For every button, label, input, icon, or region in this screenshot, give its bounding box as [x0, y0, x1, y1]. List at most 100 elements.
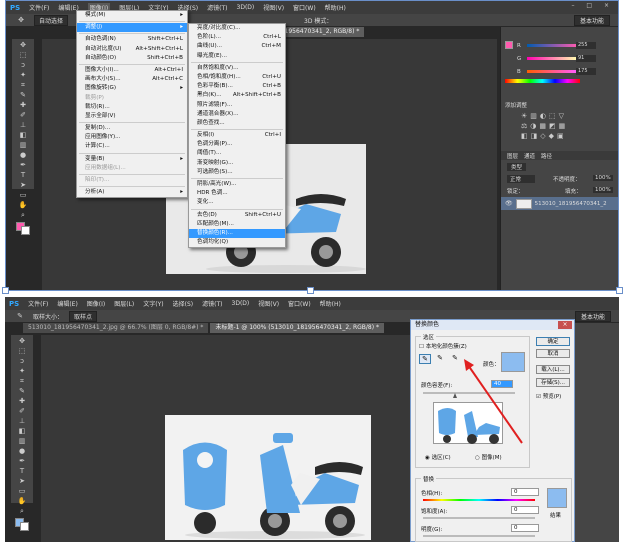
eraser-icon[interactable]: ◧: [16, 131, 30, 139]
menu-help-2[interactable]: 帮助(H): [320, 299, 341, 308]
layer-name[interactable]: 513010_181956470341_2: [535, 201, 607, 207]
layer-kind-filter[interactable]: 类型: [507, 163, 527, 171]
submenu-shadows-highlights[interactable]: 阴影/高光(W)...: [189, 180, 285, 189]
tab-channels[interactable]: 通道: [524, 152, 535, 160]
menu-item-auto-color[interactable]: 自动颜色(O) Shift+Ctrl+B: [77, 54, 187, 63]
hue-slider[interactable]: [423, 499, 535, 501]
marquee-icon-2[interactable]: ⬚: [15, 347, 29, 355]
color-ramp[interactable]: [505, 79, 580, 83]
menu-filter-2[interactable]: 滤镜(T): [202, 299, 222, 308]
menu-item-variables[interactable]: 变量(B) ▸: [77, 155, 187, 164]
lightness-input[interactable]: 0: [511, 524, 539, 532]
menu-window[interactable]: 窗口(W): [293, 3, 316, 12]
document-image-2[interactable]: [165, 415, 371, 540]
menu-item-analysis[interactable]: 分析(A) ▸: [77, 188, 187, 197]
menu-edit-2[interactable]: 编辑(E): [57, 299, 77, 308]
lasso-icon-2[interactable]: ↄ: [15, 357, 29, 365]
submenu-selective-color[interactable]: 可选颜色(S)...: [189, 168, 285, 177]
submenu-photo-filter[interactable]: 照片滤镜(F)...: [189, 101, 285, 110]
menu-item-mode[interactable]: 模式(M) ▸: [77, 11, 187, 20]
dodge-icon-2[interactable]: ●: [15, 447, 29, 455]
submenu-invert[interactable]: 反相(I) Ctrl+I: [189, 131, 285, 140]
zoom-icon-2[interactable]: ⌕: [15, 507, 29, 515]
zoom-icon[interactable]: ⌕: [16, 211, 30, 219]
menu-filter[interactable]: 滤镜(T): [207, 3, 227, 12]
tab-paths[interactable]: 路径: [541, 152, 552, 160]
menu-3d-2[interactable]: 3D(D): [232, 300, 250, 307]
pen-icon-2[interactable]: ✒: [15, 457, 29, 465]
menu-item-apply-image[interactable]: 应用图像(Y)...: [77, 133, 187, 142]
type-icon[interactable]: T: [16, 171, 30, 179]
hue-input[interactable]: 0: [511, 488, 539, 496]
submenu-desaturate[interactable]: 去色(D) Shift+Ctrl+U: [189, 211, 285, 220]
workspace-dropdown-2[interactable]: 基本功能: [574, 311, 611, 322]
submenu-color-balance[interactable]: 色彩平衡(B)... Ctrl+B: [189, 82, 285, 91]
background-color-2[interactable]: [20, 522, 29, 531]
blend-mode-dropdown[interactable]: 正常: [507, 175, 536, 183]
opacity-value[interactable]: 100%: [593, 175, 613, 181]
adjustment-icons[interactable]: ☀▥◐⬚▽ ⚖◑▦◩▦ ◧◨◇◆▣: [521, 111, 581, 141]
visibility-eye-icon[interactable]: 👁: [505, 200, 513, 207]
color-panel-swatch[interactable]: [505, 41, 513, 49]
cancel-button[interactable]: 取消: [536, 349, 570, 358]
marquee-icon[interactable]: ⬚: [16, 51, 30, 59]
crop-icon-2[interactable]: ⌗: [15, 377, 29, 385]
menu-layer-2[interactable]: 图层(L): [114, 299, 134, 308]
submenu-brightness-contrast[interactable]: 亮度/对比度(C)...: [189, 24, 285, 33]
shape-icon-2[interactable]: ▭: [15, 487, 29, 495]
dialog-close-button[interactable]: ×: [558, 321, 572, 329]
menu-item-image-size[interactable]: 图像大小(I)... Alt+Ctrl+I: [77, 66, 187, 75]
result-swatch[interactable]: [547, 488, 567, 508]
submenu-levels[interactable]: 色阶(L)... Ctrl+L: [189, 33, 285, 42]
menu-item-calculations[interactable]: 计算(C)...: [77, 142, 187, 151]
submenu-equalize[interactable]: 色调均化(Q): [189, 238, 285, 247]
window-controls[interactable]: – □ ×: [571, 2, 614, 9]
submenu-black-white[interactable]: 黑白(K)... Alt+Shift+Ctrl+B: [189, 91, 285, 100]
pen-icon[interactable]: ✒: [16, 161, 30, 169]
move-icon[interactable]: ✥: [16, 41, 30, 49]
submenu-color-lookup[interactable]: 颜色查找...: [189, 119, 285, 128]
lasso-icon[interactable]: ↄ: [16, 61, 30, 69]
submenu-match-color[interactable]: 匹配颜色(M)...: [189, 220, 285, 229]
red-value[interactable]: 255: [576, 42, 596, 49]
tab-layers[interactable]: 图层: [507, 152, 518, 160]
submenu-hue-saturation[interactable]: 色相/饱和度(H)... Ctrl+U: [189, 73, 285, 82]
eyedropper-tool-icon[interactable]: ✎: [16, 91, 30, 99]
healing-icon[interactable]: ✚: [16, 101, 30, 109]
submenu-vibrance[interactable]: 自然饱和度(V)...: [189, 64, 285, 73]
path-select-icon[interactable]: ➤: [16, 181, 30, 189]
saturation-input[interactable]: 0: [511, 506, 539, 514]
gradient-icon[interactable]: ▥: [16, 141, 30, 149]
crop-icon[interactable]: ⌗: [16, 81, 30, 89]
radio-image[interactable]: ○ 图像(M): [475, 453, 502, 461]
eyedropper-plus-icon[interactable]: ✎: [434, 354, 446, 364]
submenu-threshold[interactable]: 阈值(T)...: [189, 149, 285, 158]
path-select-icon-2[interactable]: ➤: [15, 477, 29, 485]
move-icon-2[interactable]: ✥: [15, 337, 29, 345]
magic-wand-icon-2[interactable]: ✦: [15, 367, 29, 375]
background-color[interactable]: [21, 226, 30, 235]
stamp-icon-2[interactable]: ⊥: [15, 417, 29, 425]
healing-icon-2[interactable]: ✚: [15, 397, 29, 405]
menu-item-auto-tone[interactable]: 自动色调(N) Shift+Ctrl+L: [77, 35, 187, 44]
menu-select-2[interactable]: 选择(S): [173, 299, 194, 308]
green-slider[interactable]: [527, 57, 577, 60]
submenu-exposure[interactable]: 曝光度(E)...: [189, 52, 285, 61]
shape-icon[interactable]: ▭: [16, 191, 30, 199]
blue-slider[interactable]: [527, 70, 577, 73]
dodge-icon[interactable]: ●: [16, 151, 30, 159]
blue-value[interactable]: 175: [576, 68, 596, 75]
auto-select-dropdown[interactable]: 自动选择: [34, 14, 69, 26]
sample-size-dropdown[interactable]: 取样点: [69, 310, 98, 322]
saturation-slider[interactable]: [423, 517, 535, 519]
menu-file[interactable]: 文件(F): [29, 3, 49, 12]
document-tab-untitled[interactable]: 未标题-1 @ 100% (513010_181956470341_2, RGB…: [210, 323, 385, 333]
brush-icon[interactable]: ✐: [16, 111, 30, 119]
submenu-channel-mixer[interactable]: 通道混合器(X)...: [189, 110, 285, 119]
eyedropper-tool-icon-2[interactable]: ✎: [15, 387, 29, 395]
menu-item-adjustments[interactable]: 调整(J) ▸: [77, 23, 187, 33]
eyedropper-icon[interactable]: ✎: [419, 354, 431, 364]
submenu-replace-color[interactable]: 替换颜色(R)...: [189, 228, 285, 239]
localized-clusters-checkbox[interactable]: ☐ 本地化颜色簇(Z): [419, 342, 467, 350]
menu-image-2[interactable]: 图像(I): [87, 299, 105, 308]
